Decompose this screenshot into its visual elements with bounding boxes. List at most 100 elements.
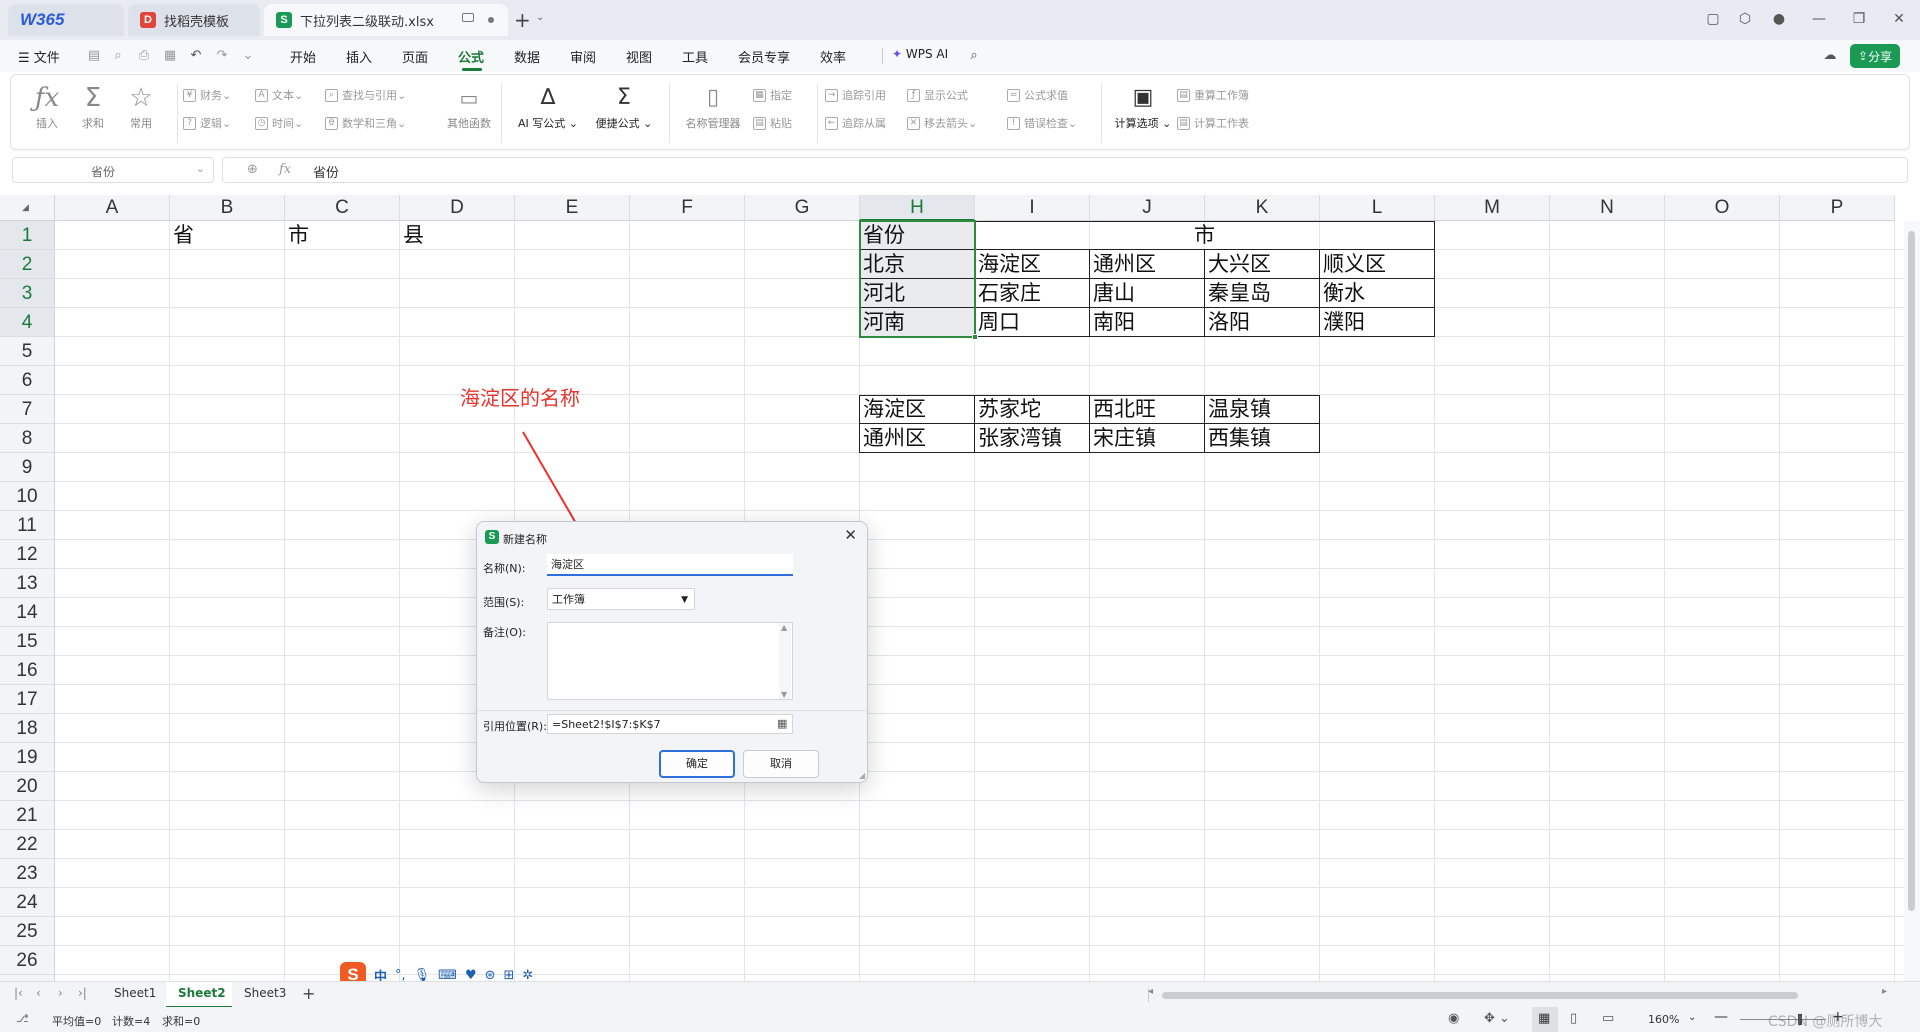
close-icon[interactable]: ✕: [844, 526, 857, 544]
row-header[interactable]: 24: [0, 888, 55, 917]
row-header[interactable]: 13: [0, 569, 55, 598]
city-cell[interactable]: 大兴区: [1205, 250, 1320, 279]
prev-sheet-icon[interactable]: ‹: [36, 986, 41, 1000]
column-header-n[interactable]: N: [1550, 195, 1665, 221]
city-cell[interactable]: 濮阳: [1320, 308, 1435, 337]
column-header-g[interactable]: G: [745, 195, 860, 221]
scroll-right-icon[interactable]: ▸: [1882, 986, 1887, 997]
scroll-left-icon[interactable]: ◂: [1148, 986, 1153, 997]
county-cell[interactable]: 张家湾镇: [975, 424, 1090, 453]
column-header-a[interactable]: A: [55, 195, 170, 221]
name-manager-button[interactable]: ▯ 名称管理器: [681, 81, 745, 131]
financial-button[interactable]: ¥ 财务 ⌄: [183, 87, 231, 103]
name-box-chevron-icon[interactable]: ⌄: [196, 162, 205, 175]
account-icon[interactable]: ●: [1768, 8, 1790, 30]
menu-review[interactable]: 审阅: [570, 47, 596, 66]
datetime-button[interactable]: ◷ 时间 ⌄: [255, 115, 303, 131]
cell-b1[interactable]: 省: [170, 221, 285, 250]
print-icon[interactable]: ⎙: [136, 48, 152, 64]
city-cell[interactable]: 衡水: [1320, 279, 1435, 308]
redo-icon[interactable]: ↷: [214, 48, 230, 64]
column-header-l[interactable]: L: [1320, 195, 1435, 221]
page-break-icon[interactable]: ▭: [1602, 1011, 1614, 1026]
print-preview-icon[interactable]: ⌕: [110, 48, 126, 64]
column-header-e[interactable]: E: [515, 195, 630, 221]
city-cell[interactable]: 唐山: [1090, 279, 1205, 308]
row-header[interactable]: 17: [0, 685, 55, 714]
row-header[interactable]: 16: [0, 656, 55, 685]
cancel-button[interactable]: 取消: [743, 750, 819, 778]
comment-scrollbar[interactable]: ▲ ▼: [779, 623, 791, 699]
save-icon[interactable]: ▤: [86, 48, 102, 64]
zoom-chevron-icon[interactable]: ⌄: [1688, 1012, 1696, 1023]
other-functions-button[interactable]: ▭ 其他函数: [439, 81, 499, 131]
cell-c1[interactable]: 市: [285, 221, 400, 250]
vertical-scroll-thumb[interactable]: [1908, 231, 1915, 911]
add-sheet-button[interactable]: +: [302, 984, 315, 1003]
formula-bar[interactable]: ⊕ fx 省份: [222, 157, 1908, 183]
ai-formula-button[interactable]: ∆ AI 写公式 ⌄: [517, 81, 579, 131]
menu-start[interactable]: 开始: [290, 47, 316, 66]
column-header-c[interactable]: C: [285, 195, 400, 221]
county-cell[interactable]: 苏家坨: [975, 395, 1090, 424]
fill-handle[interactable]: [972, 334, 978, 340]
sheet-tab-1[interactable]: Sheet1: [114, 986, 156, 1000]
sheet-tab-2[interactable]: Sheet2: [178, 986, 226, 1000]
row-header[interactable]: 19: [0, 743, 55, 772]
tab-list-chevron-icon[interactable]: ⌄: [536, 12, 544, 23]
ok-button[interactable]: 确定: [659, 750, 735, 778]
first-sheet-icon[interactable]: |‹: [14, 986, 23, 1000]
tablet-icon[interactable]: [462, 13, 474, 22]
menu-data[interactable]: 数据: [514, 47, 540, 66]
specify-button[interactable]: ▦ 指定: [753, 87, 792, 103]
city-title-cell[interactable]: 市: [975, 221, 1435, 250]
row-header[interactable]: 26: [0, 946, 55, 975]
scope-select[interactable]: 工作簿 ▼: [547, 588, 695, 610]
menu-efficiency[interactable]: 效率: [820, 47, 846, 66]
row-header[interactable]: 8: [0, 424, 55, 453]
name-box[interactable]: 省份 ⌄: [12, 157, 214, 183]
lookup-button[interactable]: ⌕ 查找与引用 ⌄: [325, 87, 406, 103]
search-icon[interactable]: ⌕: [966, 48, 982, 64]
page-layout-icon[interactable]: ▯: [1570, 1011, 1577, 1026]
sheet-tab-3[interactable]: Sheet3: [244, 986, 286, 1000]
horizontal-scroll-thumb[interactable]: [1162, 992, 1798, 999]
row-header[interactable]: 25: [0, 917, 55, 946]
autosum-button[interactable]: Σ 求和: [73, 81, 113, 131]
row-header[interactable]: 12: [0, 540, 55, 569]
menu-insert[interactable]: 插入: [346, 47, 372, 66]
county-cell[interactable]: 通州区: [860, 424, 975, 453]
county-cell[interactable]: 西北旺: [1090, 395, 1205, 424]
county-cell[interactable]: 西集镇: [1205, 424, 1320, 453]
row-header[interactable]: 1: [0, 221, 55, 250]
row-header[interactable]: 18: [0, 714, 55, 743]
common-functions-button[interactable]: ☆ 常用: [121, 81, 161, 131]
row-header[interactable]: 3: [0, 279, 55, 308]
city-cell[interactable]: 海淀区: [975, 250, 1090, 279]
error-checking-button[interactable]: ! 错误检查 ⌄: [1007, 115, 1077, 131]
window-layout-icon[interactable]: ▢: [1702, 8, 1724, 30]
row-header[interactable]: 6: [0, 366, 55, 395]
column-header-d[interactable]: D: [400, 195, 515, 221]
undo-icon[interactable]: ↶: [188, 48, 204, 64]
scroll-up-icon[interactable]: ▲: [781, 623, 787, 632]
row-header[interactable]: 9: [0, 453, 55, 482]
text-button[interactable]: A 文本 ⌄: [255, 87, 303, 103]
evaluate-formula-button[interactable]: = 公式求值: [1007, 87, 1068, 103]
zoom-level[interactable]: 160%: [1648, 1013, 1679, 1026]
row-header[interactable]: 14: [0, 598, 55, 627]
row-header[interactable]: 15: [0, 627, 55, 656]
logical-button[interactable]: ? 逻辑 ⌄: [183, 115, 231, 131]
column-header-o[interactable]: O: [1665, 195, 1780, 221]
city-cell[interactable]: 石家庄: [975, 279, 1090, 308]
tab-template[interactable]: D 找稻壳模板: [128, 4, 260, 36]
column-header-j[interactable]: J: [1090, 195, 1205, 221]
select-all-corner[interactable]: ◢: [0, 195, 55, 221]
row-header[interactable]: 20: [0, 772, 55, 801]
recalc-workbook-button[interactable]: ▤ 重算工作簿: [1177, 87, 1249, 103]
paste-name-button[interactable]: ▤ 粘贴: [753, 115, 792, 131]
cube-icon[interactable]: ⬡: [1734, 8, 1756, 30]
trace-precedents-button[interactable]: → 追踪引用: [825, 87, 886, 103]
column-header-m[interactable]: M: [1435, 195, 1550, 221]
row-header[interactable]: 7: [0, 395, 55, 424]
